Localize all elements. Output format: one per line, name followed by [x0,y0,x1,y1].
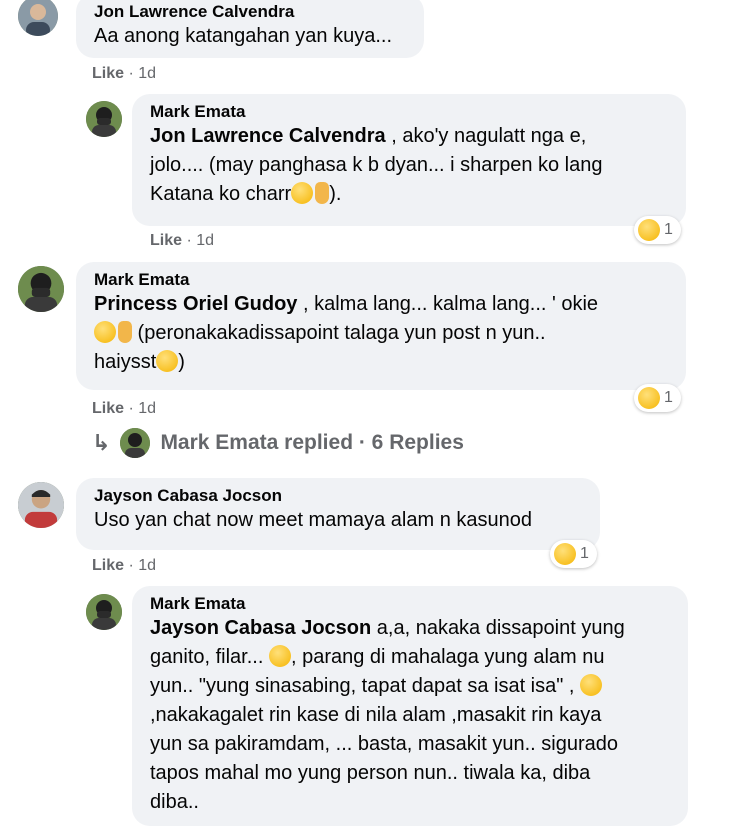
like-button[interactable]: Like [92,557,124,574]
wink-emoji-icon [94,321,116,343]
steam-face-emoji-icon [580,674,603,696]
comment-meta: Like · 1d [92,400,156,418]
comment-timestamp[interactable]: · 1d [128,400,156,417]
comment-author[interactable]: Mark Emata [150,594,672,614]
haha-reaction-icon [638,387,660,409]
avatar-mark-emata[interactable] [18,266,64,312]
reaction-count[interactable]: 1 [634,384,681,412]
comment-text: Jon Lawrence Calvendra , ako'y nagulatt … [150,125,603,205]
view-replies-link[interactable]: ↳ Mark Emata replied · 6 Replies [92,428,464,458]
comment-bubble: Jayson Cabasa Jocson Uso yan chat now me… [76,478,600,550]
mention-link[interactable]: Jon Lawrence Calvendra [150,125,386,147]
like-button[interactable]: Like [150,232,182,249]
comment-author[interactable]: Mark Emata [150,102,670,122]
haha-reaction-icon [638,219,660,241]
comment-timestamp[interactable]: · 1d [128,557,156,574]
comment-author[interactable]: Jayson Cabasa Jocson [94,486,584,506]
comment-timestamp[interactable]: · 1d [128,65,156,82]
steam-face-emoji-icon [156,350,179,372]
comment-text: Uso yan chat now meet mamaya alam n kasu… [94,509,532,531]
avatar-jayson-cabasa-jocson[interactable] [18,482,64,528]
like-button[interactable]: Like [92,65,124,82]
mention-link[interactable]: Jayson Cabasa Jocson [150,617,371,639]
comment-bubble: Jon Lawrence Calvendra Aa anong katangah… [76,0,424,58]
comment-bubble: Mark Emata Jon Lawrence Calvendra , ako'… [132,94,686,226]
mention-link[interactable]: Princess Oriel Gudoy [94,293,297,315]
avatar-mark-emata[interactable] [86,594,122,630]
sad-reaction-icon [554,543,576,565]
disappointed-emoji-icon [268,645,291,667]
comment-author[interactable]: Mark Emata [94,270,670,290]
comment-text: Aa anong katangahan yan kuya... [94,25,393,47]
victory-hand-emoji-icon [315,182,330,204]
ok-hand-emoji-icon [118,321,132,343]
reaction-count[interactable]: 1 [550,540,597,568]
avatar-mark-emata [120,428,151,458]
comment-meta: Like · 1d [150,232,214,250]
comment-meta: Like · 1d [92,557,156,575]
replies-text[interactable]: Mark Emata replied · 6 Replies [160,431,463,455]
comment-timestamp[interactable]: · 1d [186,232,214,249]
avatar-jon-lawrence-calvendra[interactable] [18,0,58,36]
avatar-mark-emata[interactable] [86,101,122,137]
reaction-count[interactable]: 1 [634,216,681,244]
comment-bubble: Mark Emata Princess Oriel Gudoy , kalma … [76,262,686,390]
comment-text: Princess Oriel Gudoy , kalma lang... kal… [94,293,599,373]
comment-bubble: Mark Emata Jayson Cabasa Jocson a,a, nak… [132,586,688,826]
comment-meta: Like · 1d [92,65,156,83]
reply-arrow-icon: ↳ [92,430,111,455]
comment-author[interactable]: Jon Lawrence Calvendra [94,2,408,22]
like-button[interactable]: Like [92,400,124,417]
sweat-smile-emoji-icon [291,182,314,204]
comment-text: Jayson Cabasa Jocson a,a, nakaka dissapo… [150,617,625,813]
